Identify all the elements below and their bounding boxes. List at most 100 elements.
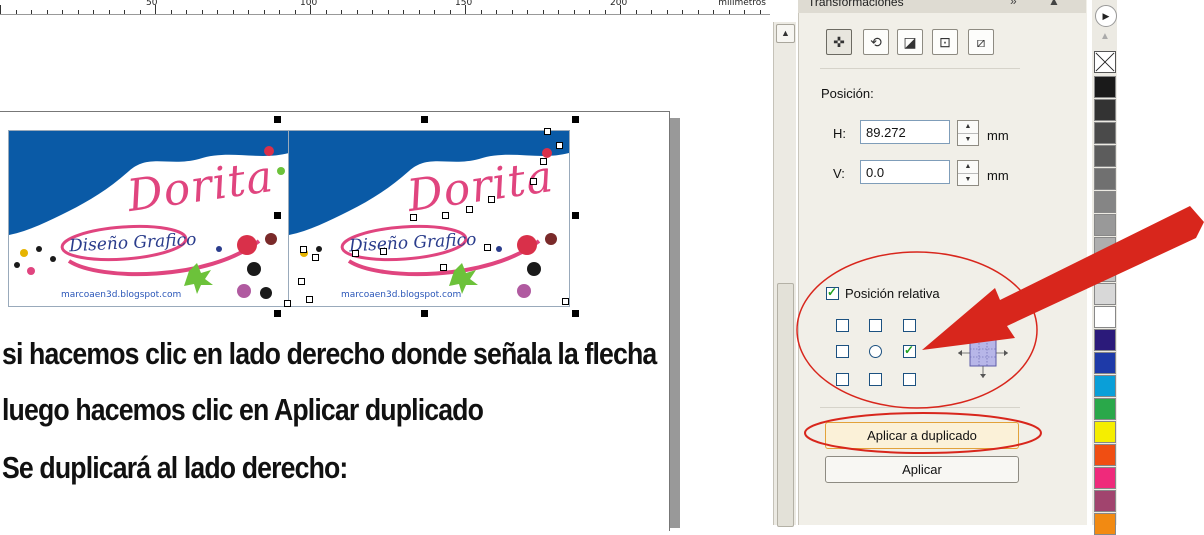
palette-flyout-icon[interactable]: ▶	[1095, 5, 1117, 27]
horizontal-ruler[interactable]: 50 100 150 200 milímetros	[0, 0, 770, 15]
color-swatch[interactable]	[1094, 99, 1116, 121]
selection-handle-top-center[interactable]	[421, 116, 428, 123]
color-swatch[interactable]	[1094, 283, 1116, 305]
node-marker[interactable]	[544, 128, 551, 135]
color-swatch[interactable]	[1094, 237, 1116, 259]
color-swatch[interactable]	[1094, 122, 1116, 144]
h-position-field[interactable]: 89.272	[860, 120, 950, 144]
color-swatch[interactable]	[1094, 191, 1116, 213]
color-swatch[interactable]	[1094, 398, 1116, 420]
node-marker[interactable]	[540, 158, 547, 165]
no-fill-swatch[interactable]	[1094, 51, 1116, 73]
ruler-tick	[728, 10, 730, 14]
skew-icon[interactable]: ⧄	[968, 29, 994, 55]
ruler-tick	[248, 10, 249, 14]
scale-mirror-icon[interactable]: ◪	[897, 29, 923, 55]
scroll-up-icon[interactable]: ▲	[776, 24, 795, 43]
color-swatch[interactable]	[1094, 214, 1116, 236]
apply-button[interactable]: Aplicar	[825, 456, 1019, 483]
anchor-bottom-left[interactable]	[836, 373, 849, 386]
palette-scroll-up-icon[interactable]: ▲	[1096, 31, 1114, 45]
anchor-top-center[interactable]	[869, 319, 882, 332]
v-spinner[interactable]: ▲ ▼	[957, 160, 979, 186]
ruler-tick	[372, 10, 373, 14]
node-marker[interactable]	[556, 142, 563, 149]
spinner-down-icon[interactable]: ▼	[958, 174, 978, 186]
node-marker[interactable]	[352, 250, 359, 257]
ruler-tick	[387, 10, 389, 14]
position-label: Posición:	[821, 86, 874, 101]
position-icon[interactable]: ✜	[826, 29, 852, 55]
ruler-tick	[635, 10, 637, 14]
node-marker[interactable]	[380, 248, 387, 255]
size-icon[interactable]: ⊡	[932, 29, 958, 55]
color-swatch[interactable]	[1094, 168, 1116, 190]
anchor-bottom-right[interactable]	[903, 373, 916, 386]
ruler-tick	[356, 10, 358, 14]
h-unit: mm	[987, 128, 1009, 143]
ruler-tick	[558, 10, 559, 14]
selection-handle-bottom-center[interactable]	[421, 310, 428, 317]
node-marker[interactable]	[440, 264, 447, 271]
rotate-icon[interactable]: ⟲	[863, 29, 889, 55]
node-marker[interactable]	[312, 254, 319, 261]
ruler-label-150: 150	[455, 0, 473, 8]
card-blog-url: marcoaen3d.blogspot.com	[61, 290, 182, 300]
ruler-tick	[620, 5, 621, 14]
ruler-tick	[403, 10, 404, 14]
selection-handle-top-left[interactable]	[274, 116, 281, 123]
color-swatch[interactable]	[1094, 145, 1116, 167]
node-marker[interactable]	[306, 296, 313, 303]
selection-handle-bottom-right[interactable]	[572, 310, 579, 317]
selection-handle-top-right[interactable]	[572, 116, 579, 123]
color-swatch[interactable]	[1094, 329, 1116, 351]
color-swatch[interactable]	[1094, 513, 1116, 535]
node-marker[interactable]	[530, 178, 537, 185]
ruler-units: milímetros	[718, 0, 766, 8]
node-marker[interactable]	[562, 298, 569, 305]
selection-handle-bottom-left[interactable]	[274, 310, 281, 317]
node-marker[interactable]	[298, 278, 305, 285]
ruler-label-200: 200	[610, 0, 628, 8]
color-swatch[interactable]	[1094, 352, 1116, 374]
node-marker[interactable]	[300, 246, 307, 253]
v-position-field[interactable]: 0.0	[860, 160, 950, 184]
anchor-middle-right[interactable]	[903, 343, 916, 358]
ruler-tick	[232, 10, 234, 14]
spinner-down-icon[interactable]: ▼	[958, 134, 978, 146]
anchor-middle-left[interactable]	[836, 345, 849, 358]
business-card-original[interactable]: Dorita Diseño Grafico marcoaen3d.blogspo…	[8, 130, 290, 307]
spinner-up-icon[interactable]: ▲	[958, 161, 978, 174]
color-swatch[interactable]	[1094, 76, 1116, 98]
node-marker[interactable]	[410, 214, 417, 221]
node-marker[interactable]	[488, 196, 495, 203]
page-shadow	[670, 118, 680, 528]
spinner-up-icon[interactable]: ▲	[958, 121, 978, 134]
h-spinner[interactable]: ▲ ▼	[957, 120, 979, 146]
anchor-top-left[interactable]	[836, 319, 849, 332]
ruler-tick	[573, 10, 575, 14]
anchor-bottom-center[interactable]	[869, 373, 882, 386]
anchor-top-right[interactable]	[903, 319, 916, 332]
color-swatch[interactable]	[1094, 490, 1116, 512]
selection-handle-middle-left[interactable]	[274, 212, 281, 219]
color-swatch[interactable]	[1094, 375, 1116, 397]
node-marker[interactable]	[466, 206, 473, 213]
color-swatch[interactable]	[1094, 444, 1116, 466]
color-swatch[interactable]	[1094, 421, 1116, 443]
color-swatch[interactable]	[1094, 467, 1116, 489]
anchor-center[interactable]	[869, 345, 882, 358]
scrollbar-thumb[interactable]	[777, 283, 794, 527]
color-swatch[interactable]	[1094, 260, 1116, 282]
apply-to-duplicate-button[interactable]: Aplicar a duplicado	[825, 422, 1019, 449]
ruler-tick	[294, 10, 296, 14]
node-marker[interactable]	[284, 300, 291, 307]
ruler-tick	[93, 10, 94, 14]
business-card-duplicate[interactable]: Dorita Diseño Grafico marcoaen3d.blogspo…	[288, 130, 570, 307]
relative-position-checkbox[interactable]	[826, 285, 839, 300]
node-marker[interactable]	[442, 212, 449, 219]
color-swatch[interactable]	[1094, 306, 1116, 328]
node-marker[interactable]	[484, 244, 491, 251]
instruction-line-1: si hacemos clic en lado derecho donde se…	[2, 336, 657, 371]
selection-handle-middle-right[interactable]	[572, 212, 579, 219]
